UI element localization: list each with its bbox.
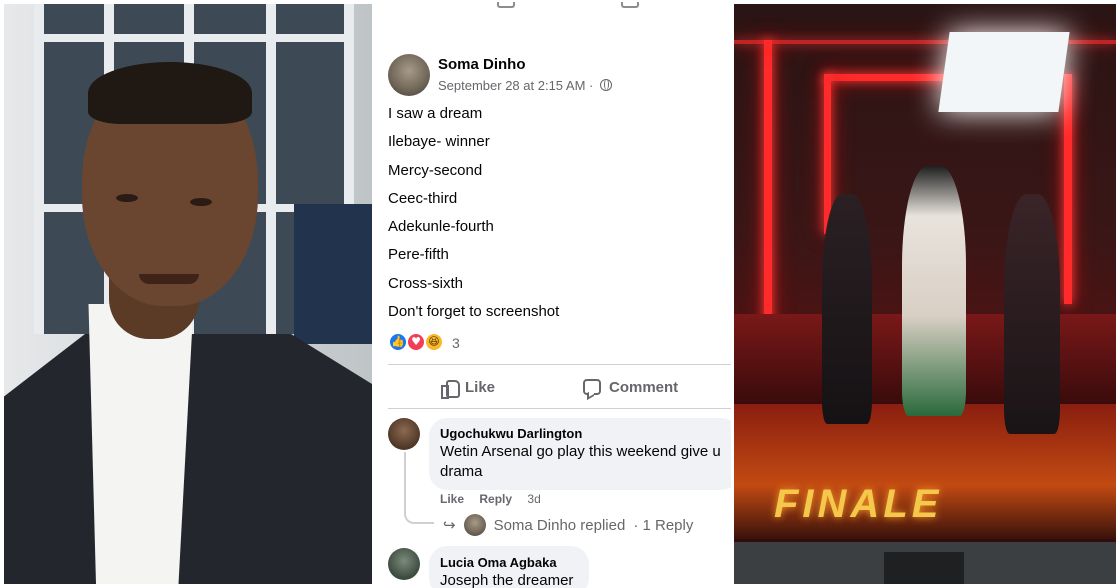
comment-text: Joseph the dreamer bbox=[440, 572, 574, 588]
divider bbox=[388, 364, 731, 365]
window-bar bbox=[34, 4, 44, 334]
window-bar bbox=[34, 34, 354, 42]
spotlight bbox=[938, 32, 1070, 112]
comment-author[interactable]: Lucia Oma Agbaka bbox=[440, 555, 557, 570]
post-author[interactable]: Soma Dinho bbox=[438, 56, 526, 73]
eye bbox=[116, 194, 138, 202]
tv-stand bbox=[884, 552, 964, 584]
window-shadow bbox=[294, 204, 372, 344]
comment-actions: Like Reply 3d bbox=[440, 492, 553, 506]
comment-reply-link[interactable]: Reply bbox=[479, 492, 512, 506]
comment-like-link[interactable]: Like bbox=[440, 492, 464, 506]
finalist-figure bbox=[1004, 194, 1060, 434]
selfie-photo bbox=[4, 4, 372, 584]
post-text-line: Adekunle-fourth bbox=[388, 218, 494, 235]
finale-stage-photo: FINALE bbox=[734, 4, 1116, 584]
view-replies-link[interactable]: ↪ Soma Dinho replied · 1 Reply bbox=[443, 513, 693, 537]
finalist-figure bbox=[822, 194, 872, 424]
haha-reaction-icon: 😆 bbox=[424, 332, 444, 352]
finale-logo: FINALE bbox=[774, 482, 943, 526]
reply-count: · 1 Reply bbox=[633, 516, 694, 534]
reply-thread-line bbox=[404, 452, 434, 524]
author-avatar[interactable] bbox=[388, 54, 430, 96]
reply-arrow-icon: ↪ bbox=[443, 517, 456, 534]
like-button[interactable]: Like bbox=[441, 376, 496, 399]
comment-icon bbox=[583, 379, 601, 395]
globe-icon bbox=[600, 79, 612, 91]
love-reaction-icon: ♥ bbox=[406, 332, 426, 352]
window-bar bbox=[266, 4, 276, 334]
post-text-line: Mercy-second bbox=[388, 162, 483, 179]
host-figure bbox=[902, 166, 966, 416]
commenter-avatar[interactable] bbox=[388, 418, 420, 450]
toolbar-edge bbox=[373, 0, 731, 12]
post-text-line: Ilebaye- winner bbox=[388, 133, 490, 150]
eye bbox=[190, 198, 212, 206]
post-timestamp[interactable]: September 28 at 2:15 AM · bbox=[438, 78, 612, 93]
neon-frame bbox=[764, 40, 772, 330]
store-icon[interactable] bbox=[621, 2, 639, 8]
reaction-count: 3 bbox=[452, 335, 460, 351]
replied-by-label: Soma Dinho replied bbox=[493, 516, 626, 534]
facebook-post-screenshot: Soma Dinho September 28 at 2:15 AM · I s… bbox=[373, 0, 731, 588]
comment-author[interactable]: Ugochukwu Darlington bbox=[440, 426, 582, 441]
post-text-line: I saw a dream bbox=[388, 105, 483, 122]
comment-label: Comment bbox=[609, 378, 679, 396]
post-text-line: Pere-fifth bbox=[388, 246, 449, 263]
comment-text: Wetin Arsenal go play this weekend give … bbox=[440, 443, 721, 480]
post-text-line: Ceec-third bbox=[388, 190, 458, 207]
mouth bbox=[139, 274, 199, 284]
neon-frame bbox=[1064, 74, 1072, 304]
post-text-line: Don't forget to screenshot bbox=[388, 303, 560, 320]
like-reaction-icon: 👍 bbox=[388, 332, 408, 352]
post-text-line: Cross-sixth bbox=[388, 275, 464, 292]
menu-icon[interactable] bbox=[497, 2, 515, 8]
comment-age: 3d bbox=[527, 492, 541, 506]
post-date: September 28 at 2:15 AM · bbox=[438, 78, 594, 93]
neon-frame bbox=[824, 74, 954, 81]
like-label: Like bbox=[465, 378, 496, 396]
comment-button[interactable]: Comment bbox=[583, 376, 678, 398]
replier-avatar bbox=[463, 514, 486, 536]
divider bbox=[388, 408, 731, 409]
hair bbox=[88, 62, 252, 124]
thumbs-up-icon bbox=[441, 379, 460, 399]
commenter-avatar[interactable] bbox=[388, 548, 420, 580]
